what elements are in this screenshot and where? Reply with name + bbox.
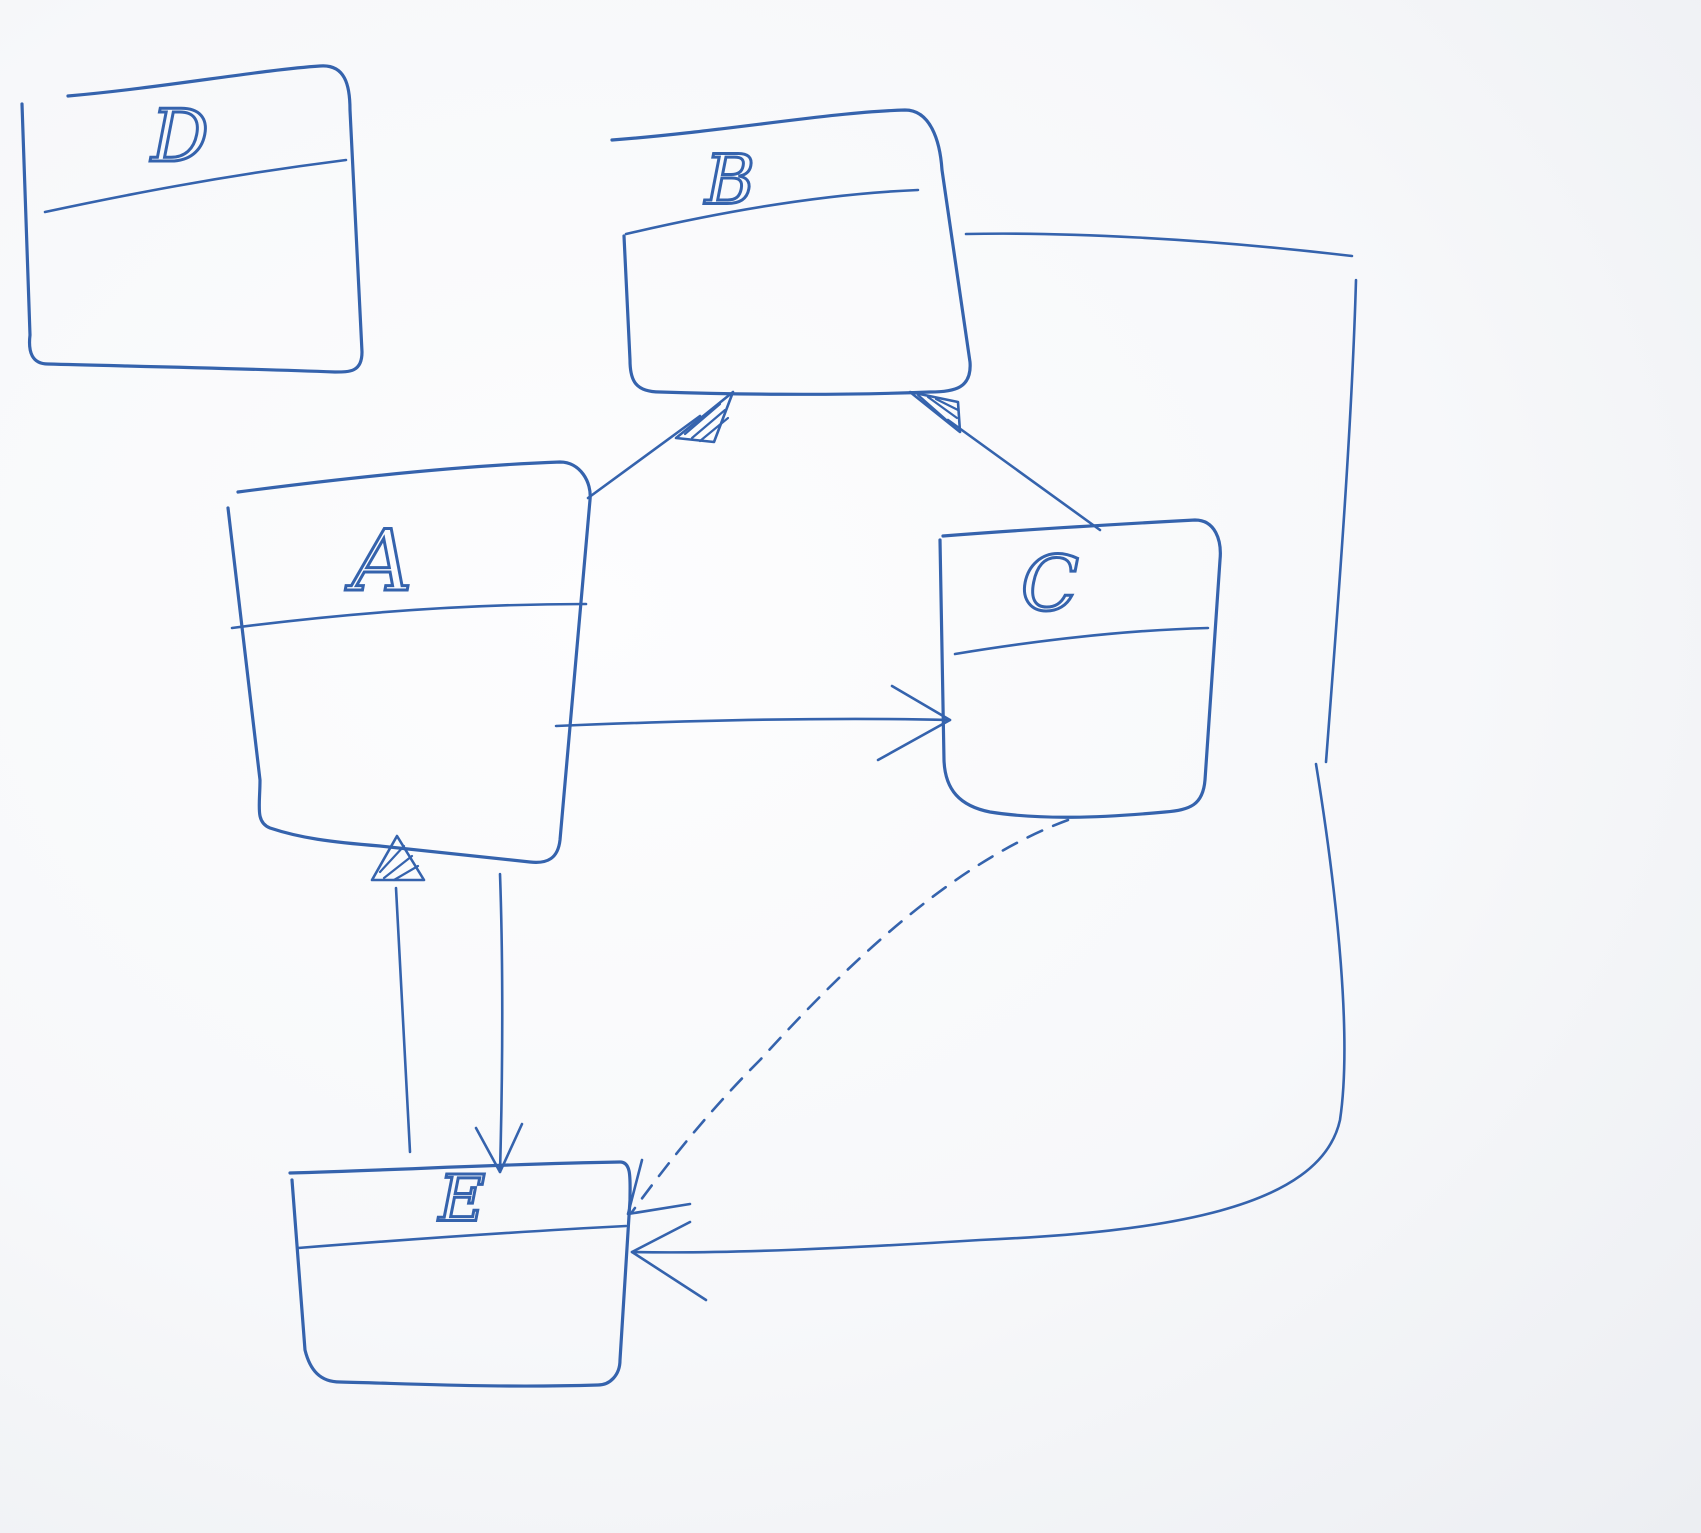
association-a-to-c (554, 684, 952, 762)
association-b-to-e-line-top (964, 232, 1354, 258)
class-c-box (938, 518, 1222, 819)
class-b: B (610, 108, 972, 396)
generalization-c-to-b-line (946, 418, 1102, 532)
whiteboard: D B A C E (0, 0, 1701, 1533)
class-b-divider (624, 188, 920, 236)
generalization-e-to-a-arrowhead-icon (370, 834, 426, 882)
association-a-to-c-arrowhead-icon (876, 684, 952, 762)
association-a-to-c-line (554, 717, 952, 728)
class-d: D (20, 64, 364, 374)
dependency-c-to-e-arrowhead-icon (626, 1158, 692, 1216)
class-c: C (938, 518, 1222, 819)
class-c-divider (953, 626, 1210, 656)
dependency-c-to-e (626, 818, 1070, 1216)
class-b-box (610, 108, 972, 396)
class-a-name: A (345, 512, 413, 610)
class-a: A (226, 460, 592, 864)
association-a-to-e-line (498, 872, 504, 1174)
association-b-to-e-line-descent (630, 762, 1346, 1254)
generalization-a-to-b (586, 390, 735, 500)
generalization-a-to-b-line (586, 414, 702, 500)
generalization-e-to-a (370, 834, 426, 1154)
association-b-to-e-line-right (1324, 278, 1358, 764)
class-e-name: E (438, 1163, 486, 1237)
generalization-c-to-b-arrowhead-icon (908, 390, 962, 434)
uml-class-diagram: D B A C E (20, 64, 1358, 1388)
association-b-to-e-arrowhead-icon (630, 1220, 708, 1302)
class-c-name: C (1021, 539, 1079, 628)
class-b-name: B (703, 142, 755, 221)
generalization-e-to-a-line (394, 886, 412, 1154)
class-d-name: D (149, 94, 209, 178)
generalization-c-to-b (908, 390, 1102, 532)
association-a-to-e (474, 872, 524, 1174)
dependency-c-to-e-line (630, 818, 1070, 1214)
class-e: E (288, 1160, 632, 1388)
